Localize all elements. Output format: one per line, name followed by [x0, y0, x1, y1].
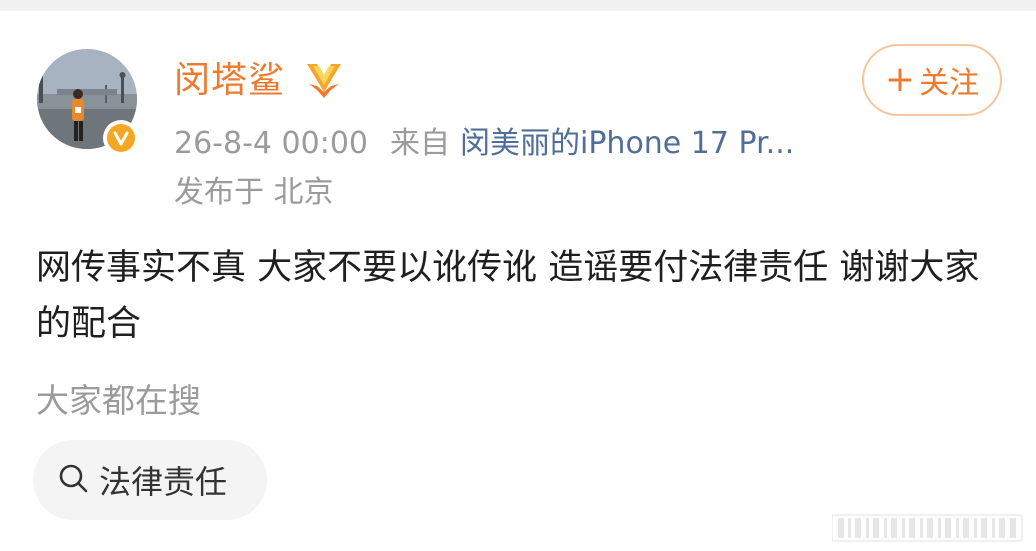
post-text: 网传事实不真 大家不要以讹传讹 造谣要付法律责任 谢谢大家的配合 [36, 248, 980, 344]
post-source-link[interactable]: 闵美丽的iPhone 17 Pr... [460, 126, 794, 161]
plus-icon: + [884, 59, 916, 100]
from-label: 来自 [390, 126, 450, 161]
post-meta: 26-8-4 00:00 来自 闵美丽的iPhone 17 Pr... [174, 123, 794, 165]
follow-button[interactable]: + 关注 [862, 44, 1002, 116]
trending-search-title: 大家都在搜 [36, 381, 201, 420]
post-location: 发布于 北京 [174, 175, 334, 210]
username[interactable]: 闵塔鲨 [174, 56, 285, 106]
search-chip-label: 法律责任 [99, 463, 228, 501]
search-icon [57, 462, 89, 498]
top-divider-bar [0, 0, 1036, 11]
search-chip[interactable]: 法律责任 [33, 440, 267, 520]
fan-rank-badge-icon[interactable] [303, 60, 345, 104]
verified-v-icon [107, 124, 135, 152]
verified-badge [103, 120, 139, 156]
follow-button-label: 关注 [919, 66, 980, 101]
barcode-watermark-icon [831, 512, 1028, 548]
post-timestamp: 26-8-4 00:00 [174, 126, 368, 161]
